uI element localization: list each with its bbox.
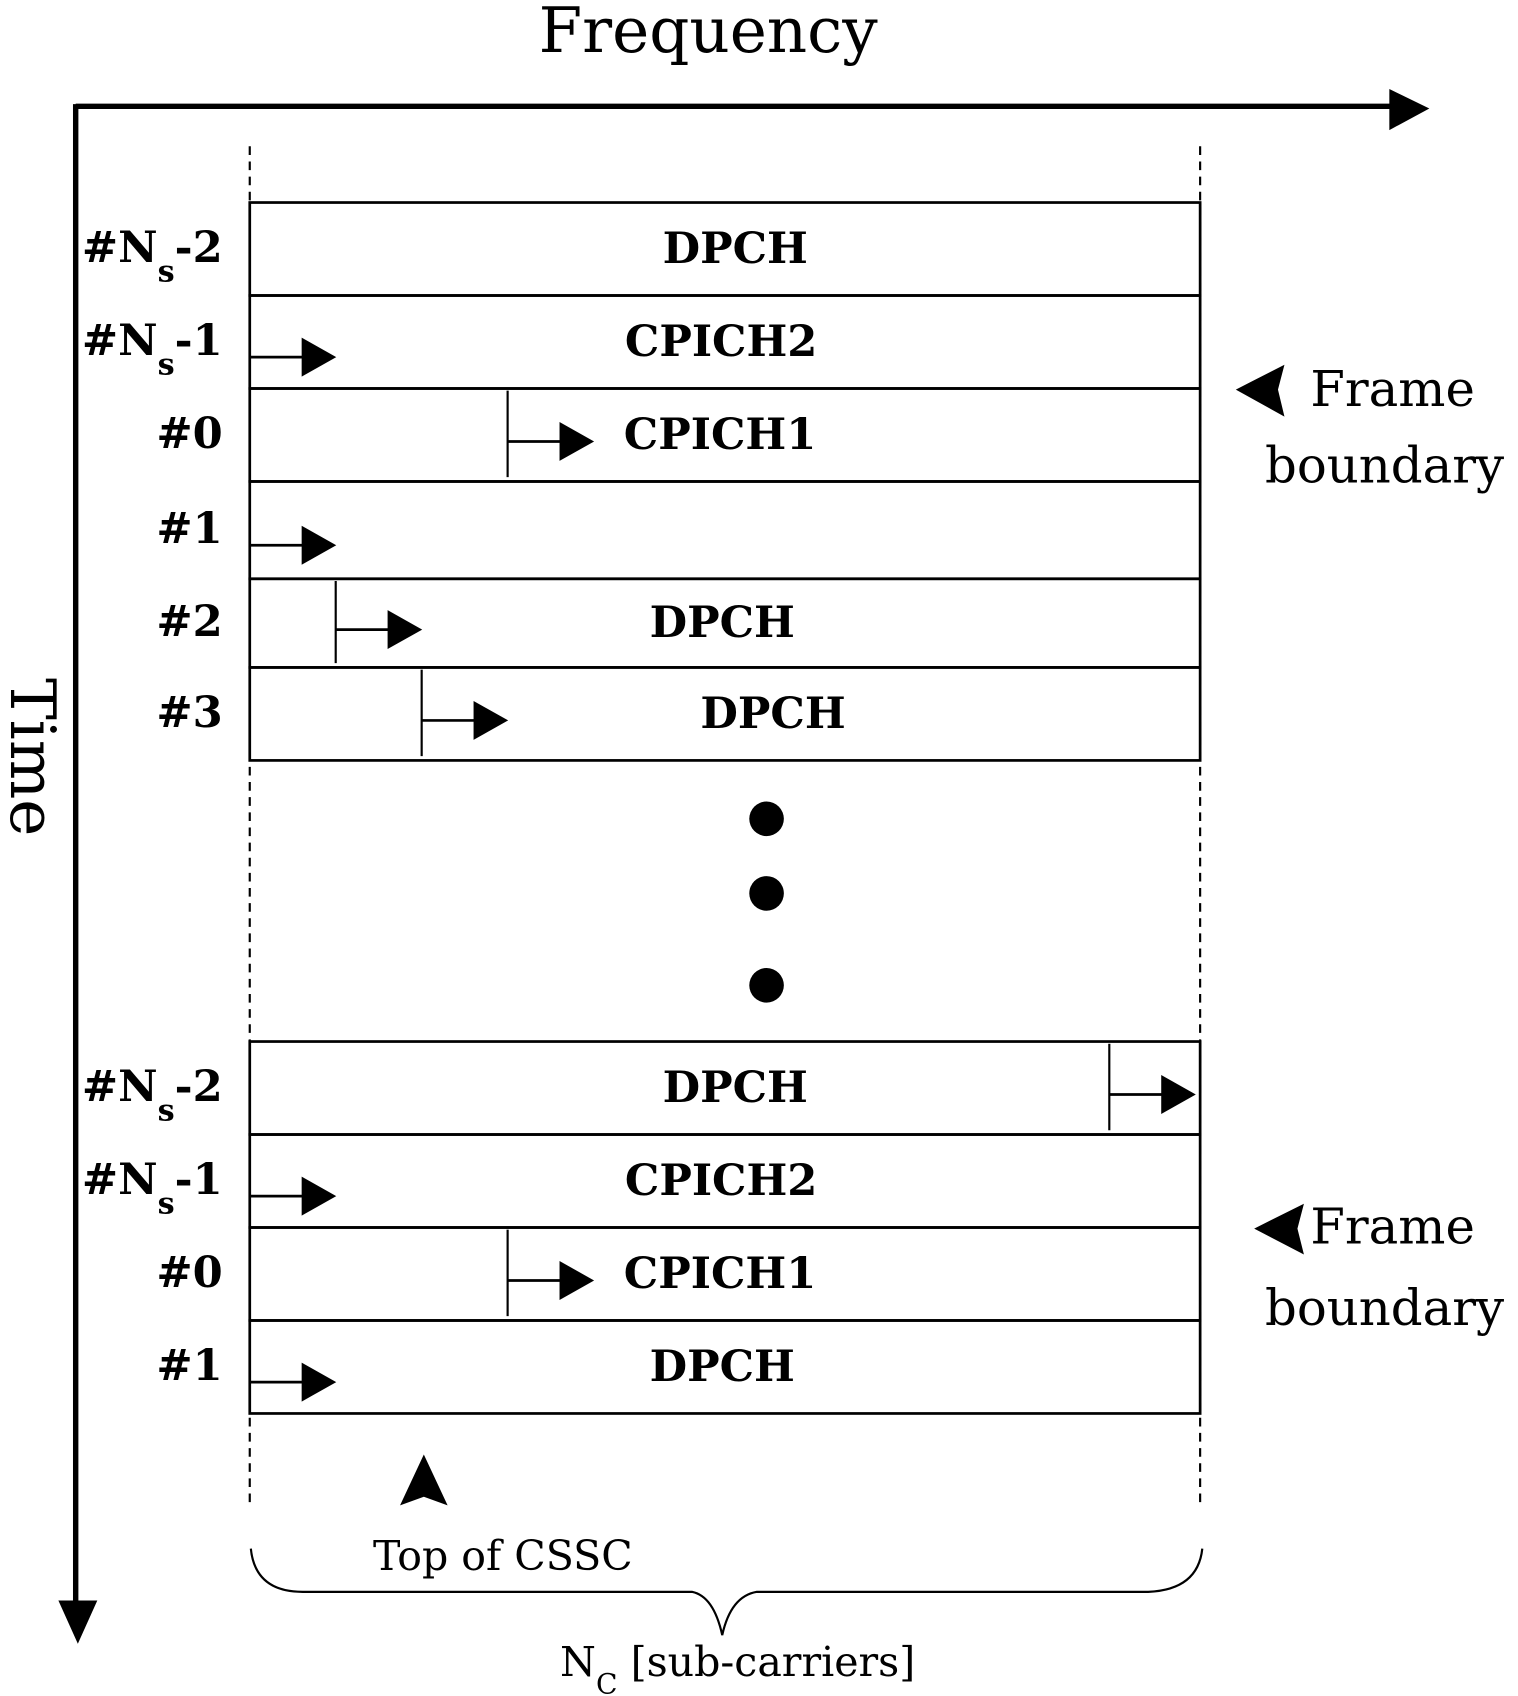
top-frame-block: #Ns-2 DPCH #Ns-1 CPICH2 #0 CPICH1 #1 #2 DPCH #3 DP… — [82, 201, 1202, 762]
frame-boundary-marker-top: Frame boundary — [1235, 360, 1504, 495]
channel-label: DPCH — [663, 223, 808, 274]
shift-arrow-icon — [301, 1176, 337, 1216]
slot-index-label: #Ns-2 — [82, 222, 223, 289]
continuation-dot — [749, 801, 784, 837]
bottom-frame-block: #Ns-2 DPCH #Ns-1 CPICH2 #0 CPICH1 #1 DPCH — [82, 1040, 1202, 1415]
shift-arrow-icon — [473, 700, 509, 740]
frame-boundary-label-line2: boundary — [1265, 1279, 1504, 1337]
channel-label: DPCH — [700, 688, 845, 739]
shift-arrow-icon — [301, 1362, 337, 1402]
slot-cell — [248, 480, 1202, 581]
channel-label: CPICH2 — [625, 316, 817, 367]
slot-row: #Ns-1 CPICH2 — [82, 1133, 1202, 1229]
slot-index-label: #Ns-2 — [82, 1061, 223, 1128]
channel-label: DPCH — [650, 1341, 795, 1392]
channel-label: CPICH1 — [624, 409, 817, 460]
frame-boundary-label-line2: boundary — [1265, 437, 1504, 495]
frame-boundary-label-line1: Frame — [1310, 1198, 1474, 1256]
slot-index-label: #1 — [156, 503, 222, 554]
slot-row: #1 DPCH — [156, 1319, 1202, 1415]
frame-boundary-arrow-icon — [1235, 364, 1285, 417]
slot-row: #Ns-2 DPCH — [82, 1040, 1202, 1136]
time-axis-arrowhead-icon — [58, 1600, 98, 1644]
frame-boundary-marker-bottom: Frame boundary — [1254, 1198, 1504, 1337]
time-axis-label: Time — [0, 678, 69, 836]
slot-row: #0 CPICH1 — [156, 387, 1202, 483]
frequency-axis-arrowhead-icon — [1389, 89, 1430, 131]
frame-structure-diagram: Frequency Time #Ns-2 DPCH #Ns-1 CPICH2 #0 CPI… — [0, 0, 1504, 1696]
frequency-axis-label: Frequency — [539, 0, 879, 67]
shift-arrow-icon — [387, 610, 423, 650]
shift-arrow-icon — [301, 337, 337, 377]
shift-arrow-icon — [301, 525, 337, 565]
slot-index-label: #3 — [156, 687, 222, 738]
frame-boundary-arrow-icon — [1254, 1203, 1304, 1255]
top-of-cssc-label: Top of CSSC — [373, 1532, 633, 1580]
nc-subcarriers-label: NC [sub-carriers] — [560, 1638, 915, 1696]
shift-arrow-icon — [559, 1261, 595, 1300]
slot-index-label: #0 — [156, 1247, 222, 1298]
channel-label: DPCH — [663, 1062, 808, 1113]
slot-row: #3 DPCH — [156, 666, 1202, 762]
slot-row: #2 DPCH — [156, 577, 1202, 669]
shift-arrow-icon — [1161, 1075, 1196, 1114]
continuation-dot — [749, 876, 784, 911]
channel-label: DPCH — [650, 597, 795, 648]
slot-index-label: #2 — [156, 596, 222, 647]
slot-row: #Ns-1 CPICH2 — [82, 294, 1202, 390]
shift-arrow-icon — [559, 422, 595, 461]
frame-boundary-label-line1: Frame — [1310, 360, 1474, 418]
slot-row: #1 — [156, 480, 1202, 581]
slot-row: #0 CPICH1 — [156, 1226, 1202, 1322]
top-of-cssc-arrow-icon — [400, 1454, 448, 1506]
slot-index-label: #1 — [156, 1340, 222, 1391]
channel-label: CPICH2 — [625, 1155, 817, 1206]
slot-index-label: #Ns-1 — [82, 1154, 223, 1221]
slot-row: #Ns-2 DPCH — [82, 201, 1202, 297]
channel-label: CPICH1 — [624, 1248, 817, 1299]
slot-index-label: #Ns-1 — [82, 315, 223, 382]
slot-index-label: #0 — [156, 408, 222, 459]
continuation-dot — [749, 968, 784, 1003]
